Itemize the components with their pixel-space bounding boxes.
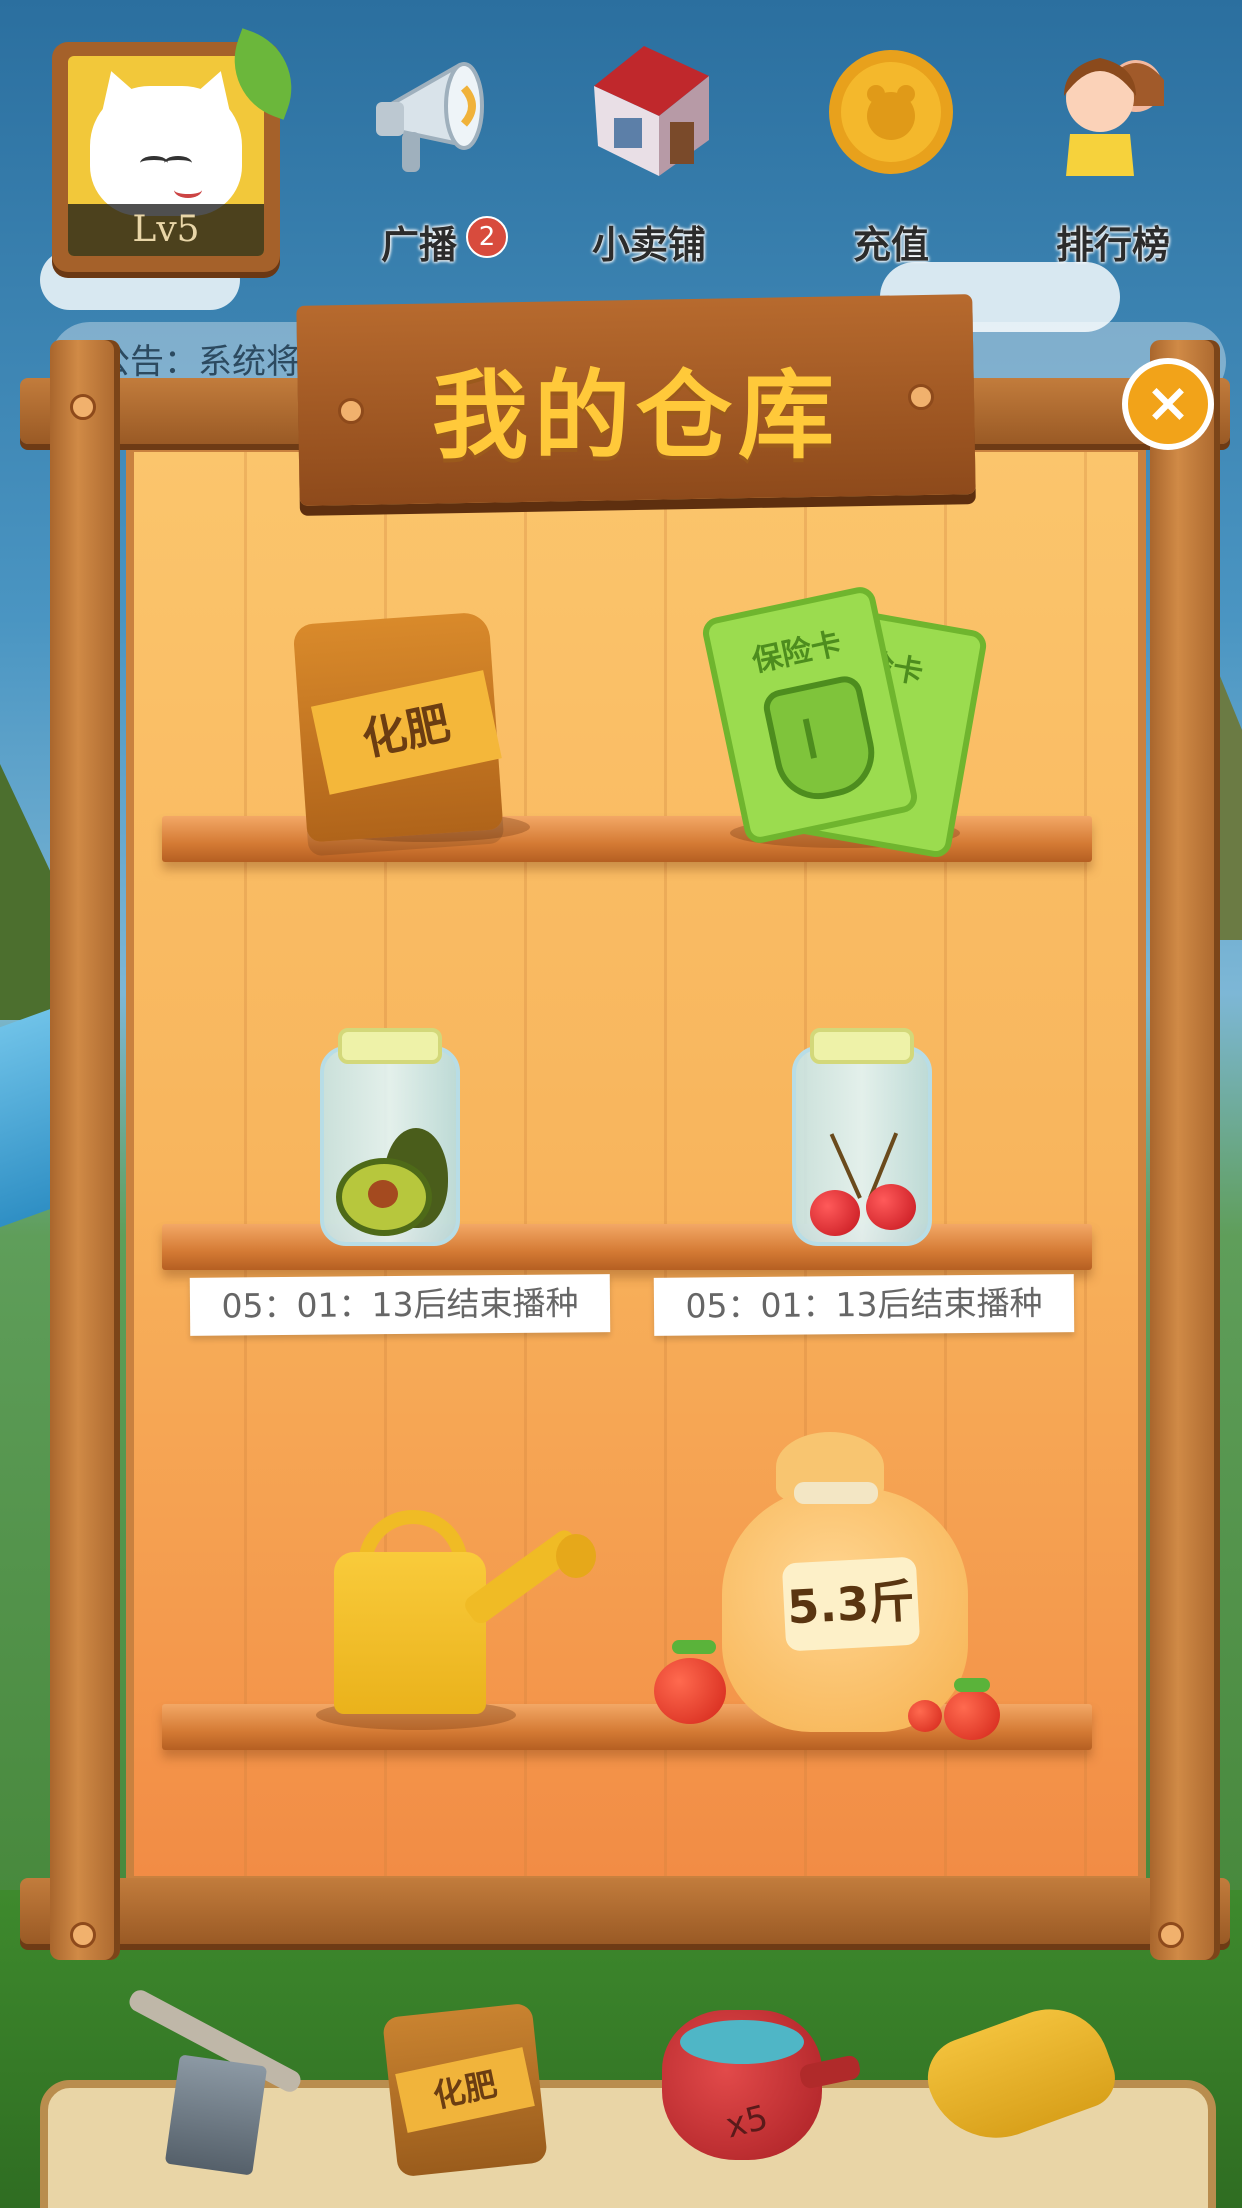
frame-right-post [1150, 340, 1220, 1960]
nav-recharge-label: 充值 [852, 223, 929, 267]
title-board: 我的仓库 [296, 294, 976, 514]
lucky-cat-icon: Lv5 [68, 56, 264, 256]
notification-badge: 2 [466, 216, 508, 258]
shelf-2 [162, 1224, 1092, 1270]
warehouse-panel: 我的仓库 [20, 294, 1230, 1970]
rank-people-icon [1064, 58, 1164, 176]
nav-leaderboard[interactable]: 排行榜 [1028, 36, 1198, 267]
avocado-seed-jar-icon[interactable] [320, 1028, 460, 1246]
megaphone-icon [376, 62, 484, 172]
planting-timer: 05：01：13后结束播种 [653, 1274, 1075, 1336]
planting-timer: 05：01：13后结束播种 [189, 1274, 611, 1336]
nav-shop[interactable]: 小卖铺 [564, 36, 734, 267]
fertilizer-bag-icon[interactable]: 化肥 [292, 611, 504, 843]
cherry-seed-jar-icon[interactable] [792, 1028, 932, 1246]
nav-recharge[interactable]: 充值 [806, 36, 976, 267]
nav-broadcast[interactable]: 广播 2 [348, 36, 518, 267]
player-level: Lv5 [132, 209, 200, 250]
frame-bottom-beam [20, 1878, 1230, 1944]
shop-icon [594, 46, 709, 176]
close-icon: × [1145, 371, 1191, 434]
tool-hoe[interactable] [110, 1986, 330, 2180]
nail [1158, 1922, 1184, 1948]
tool-fertilizer[interactable]: 化肥 [382, 2002, 548, 2178]
frame-left-post [50, 340, 120, 1960]
tool-fertilizer-label: 化肥 [395, 2047, 535, 2133]
fertilizer-label: 化肥 [310, 670, 502, 795]
panel-title: 我的仓库 [432, 360, 840, 472]
nail [70, 1922, 96, 1948]
insurance-card-icon[interactable]: 险卡 保险卡 [700, 584, 989, 860]
shelf-back-wall [126, 444, 1146, 1884]
close-button[interactable]: × [1122, 358, 1214, 450]
nav-shop-label: 小卖铺 [591, 223, 706, 267]
nail [70, 394, 96, 420]
coin-icon [829, 50, 953, 174]
water-pot-count: x5 [721, 2097, 773, 2147]
harvest-weight: 5.3斤 [781, 1556, 921, 1652]
tool-water-pot[interactable]: x5 [662, 2010, 822, 2160]
nav-leaderboard-label: 排行榜 [1055, 223, 1170, 267]
water-pot-icon [680, 2020, 804, 2064]
insurance-card-label: 保险卡 [749, 626, 845, 680]
